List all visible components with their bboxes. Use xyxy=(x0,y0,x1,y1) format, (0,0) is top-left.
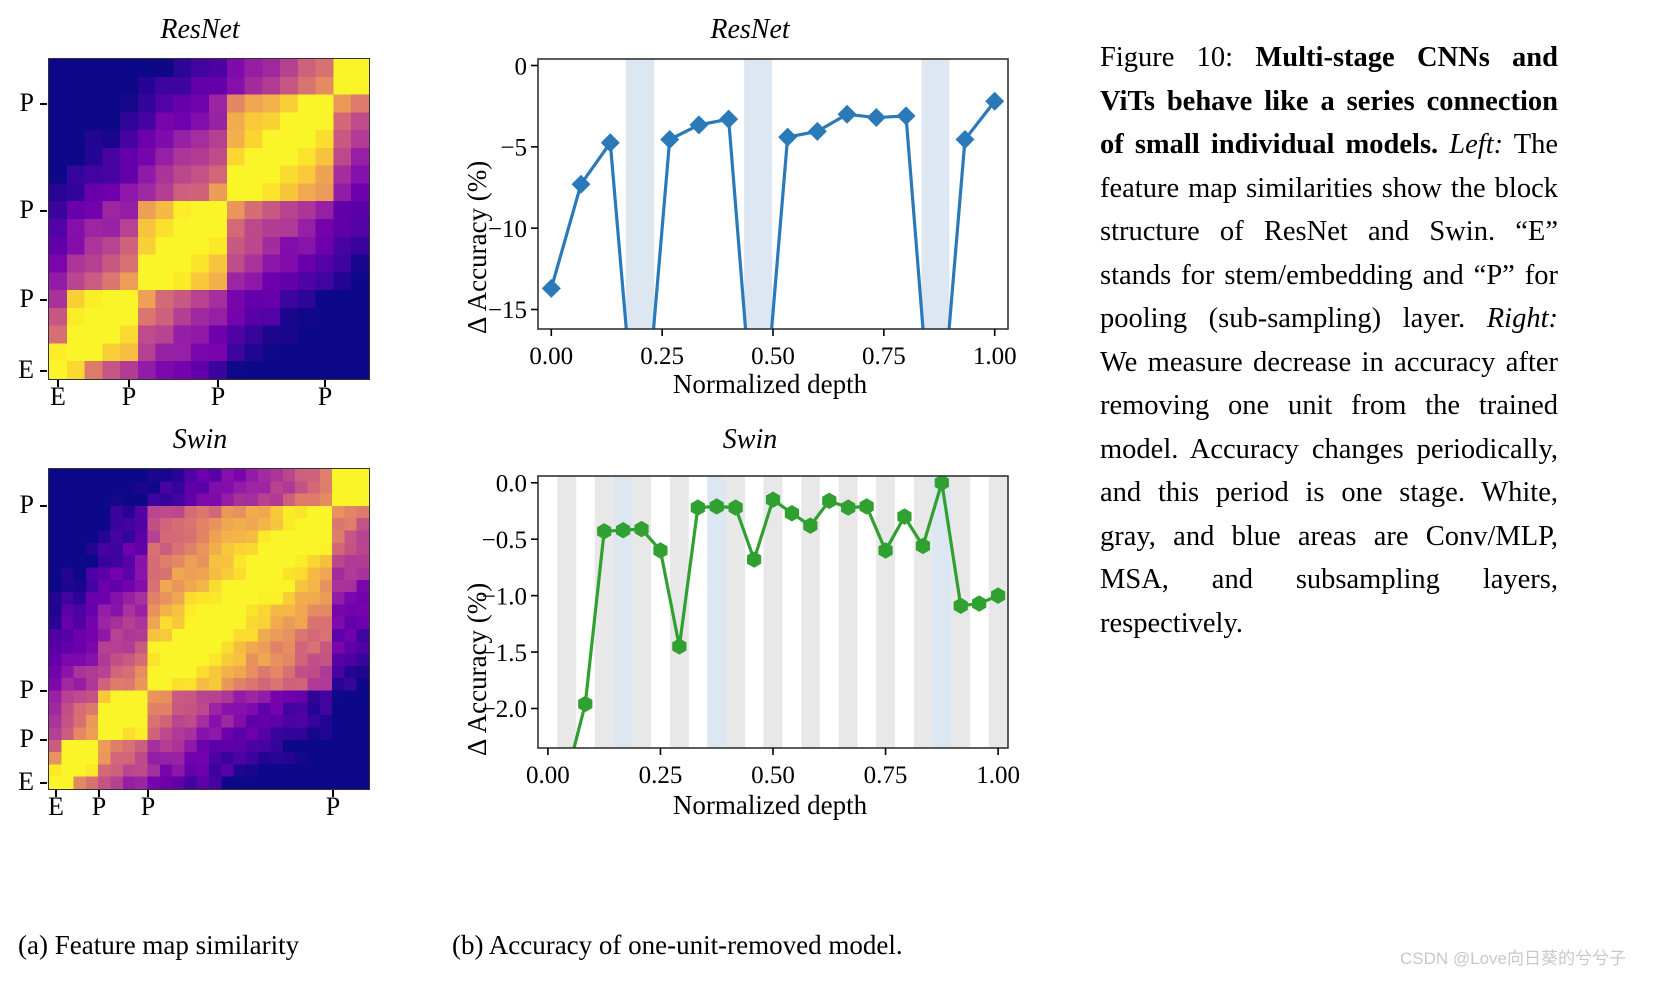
subcaption-a: (a) Feature map similarity xyxy=(18,930,300,960)
line-plot-resnet-xlabel: Normalized depth xyxy=(672,369,868,399)
line-plot-resnet: ResNet 0.00 0.25 0.50 0.75 1.00 0 −5 −10 −15 Δ A… xyxy=(440,14,1060,404)
heatmap-resnet-xlabel-3: P xyxy=(317,382,333,411)
heatmap-resnet-ytick-2 xyxy=(40,210,47,212)
msa-band-9 xyxy=(913,476,933,748)
heatmap-swin-ytick-2 xyxy=(40,690,47,692)
heatmap-resnet-xlabel-0: E xyxy=(50,382,66,411)
msa-band-0 xyxy=(557,476,577,748)
panel-feature-map-similarity: ResNet E P P P E P P P Swin E P P P E P … xyxy=(0,0,440,981)
heatmap-resnet-ytick-3 xyxy=(40,103,47,105)
msa-band-7 xyxy=(838,476,858,748)
ytick-label: −15 xyxy=(488,297,527,324)
heatmap-swin: Swin E P P P E P P P xyxy=(0,424,400,824)
figure-caption: Figure 10: Multi-stage CNNs and ViTs beh… xyxy=(1100,36,1558,645)
heatmap-swin-ytick-1 xyxy=(40,739,47,741)
msa-band-2 xyxy=(632,476,651,748)
xtick-label: 0.50 xyxy=(751,343,795,370)
heatmap-swin-ytick-3 xyxy=(40,505,47,507)
ytick-label: 0 xyxy=(515,53,528,80)
heatmap-swin-xlabel-2: P xyxy=(140,792,156,821)
xtick-label: 1.00 xyxy=(976,762,1020,789)
line-plot-resnet-ylabel: Δ Accuracy (%) xyxy=(462,160,492,334)
caption-run-2: Left: xyxy=(1449,129,1504,160)
subsampling-band-1 xyxy=(744,59,773,329)
xtick-label: 1.00 xyxy=(973,343,1017,370)
subcaption-b: (b) Accuracy of one-unit-removed model. xyxy=(452,930,903,960)
heatmap-resnet-ylabel-2: P xyxy=(19,195,34,224)
heatmap-resnet-xlabel-1: P xyxy=(121,382,137,411)
heatmap-resnet-ylabel-3: P xyxy=(19,88,34,117)
line-plot-resnet-svg: 0.00 0.25 0.50 0.75 1.00 0 −5 −10 −15 xyxy=(488,53,1017,370)
msa-band-1 xyxy=(594,476,614,748)
xtick-label: 0.75 xyxy=(862,343,906,370)
subsampling-band-1 xyxy=(707,476,727,748)
panel-accuracy-line-plots: ResNet 0.00 0.25 0.50 0.75 1.00 0 −5 −10 −15 Δ A… xyxy=(440,0,1080,981)
heatmap-swin-xlabel-0: E xyxy=(48,792,64,821)
line-plot-swin: Swin 0.00 0.25 0.50 0.75 1.00 0.0 −0.5 −1.0 −1.5… xyxy=(440,424,1060,824)
heatmap-swin-xlabel-3: P xyxy=(325,792,341,821)
line-plot-swin-svg: 0.00 0.25 0.50 0.75 1.000.0−0.5−1.0−1.5−2.0 xyxy=(482,471,1020,789)
msa-band-4 xyxy=(726,476,746,748)
heatmap-swin-title: Swin xyxy=(172,424,228,455)
caption-run-4: Right: xyxy=(1486,303,1558,334)
xtick-label: 0.25 xyxy=(640,343,684,370)
line-plot-swin-ylabel: Δ Accuracy (%) xyxy=(462,582,492,756)
heatmap-resnet: ResNet E P P P E P P P xyxy=(0,14,400,410)
subsampling-band-0 xyxy=(625,59,655,329)
heatmap-resnet-ytick-0 xyxy=(40,370,47,372)
heatmap-swin-canvas xyxy=(48,468,370,790)
heatmap-resnet-xlabel-2: P xyxy=(210,382,226,411)
caption-run-5: We measure decrease in accuracy after re… xyxy=(1100,346,1558,639)
ytick-label: −10 xyxy=(488,216,527,243)
xtick-label: 0.25 xyxy=(639,762,683,789)
msa-band-8 xyxy=(876,476,896,748)
caption-run-0: Figure 10: xyxy=(1100,42,1256,73)
subsampling-band-2 xyxy=(921,59,950,329)
heatmap-resnet-ylabel-0: E xyxy=(18,355,34,384)
xtick-label: 0.75 xyxy=(864,762,908,789)
heatmap-swin-ylabel-1: P xyxy=(19,724,34,753)
ytick-label: −5 xyxy=(500,135,527,162)
heatmap-resnet-ylabel-1: P xyxy=(19,284,34,313)
ytick-label: 0.0 xyxy=(496,471,527,498)
heatmap-swin-xlabel-1: P xyxy=(91,792,107,821)
heatmap-swin-ylabel-3: P xyxy=(19,490,34,519)
xtick-label: 0.50 xyxy=(751,762,795,789)
heatmap-swin-ylabel-0: E xyxy=(18,767,34,796)
heatmap-resnet-ytick-1 xyxy=(40,299,47,301)
heatmap-swin-ylabel-2: P xyxy=(19,675,34,704)
heatmap-resnet-title: ResNet xyxy=(160,14,240,45)
subsampling-band-0 xyxy=(613,476,633,748)
heatmap-swin-ytick-0 xyxy=(40,782,47,784)
ytick-label: −0.5 xyxy=(482,527,527,554)
watermark: CSDN @Love向日葵的兮兮子 xyxy=(1400,949,1627,968)
xtick-label: 0.00 xyxy=(526,762,570,789)
msa-band-11 xyxy=(988,476,1008,748)
line-plot-swin-xlabel: Normalized depth xyxy=(672,790,868,820)
xtick-label: 0.00 xyxy=(529,343,573,370)
heatmap-resnet-canvas xyxy=(48,58,370,380)
